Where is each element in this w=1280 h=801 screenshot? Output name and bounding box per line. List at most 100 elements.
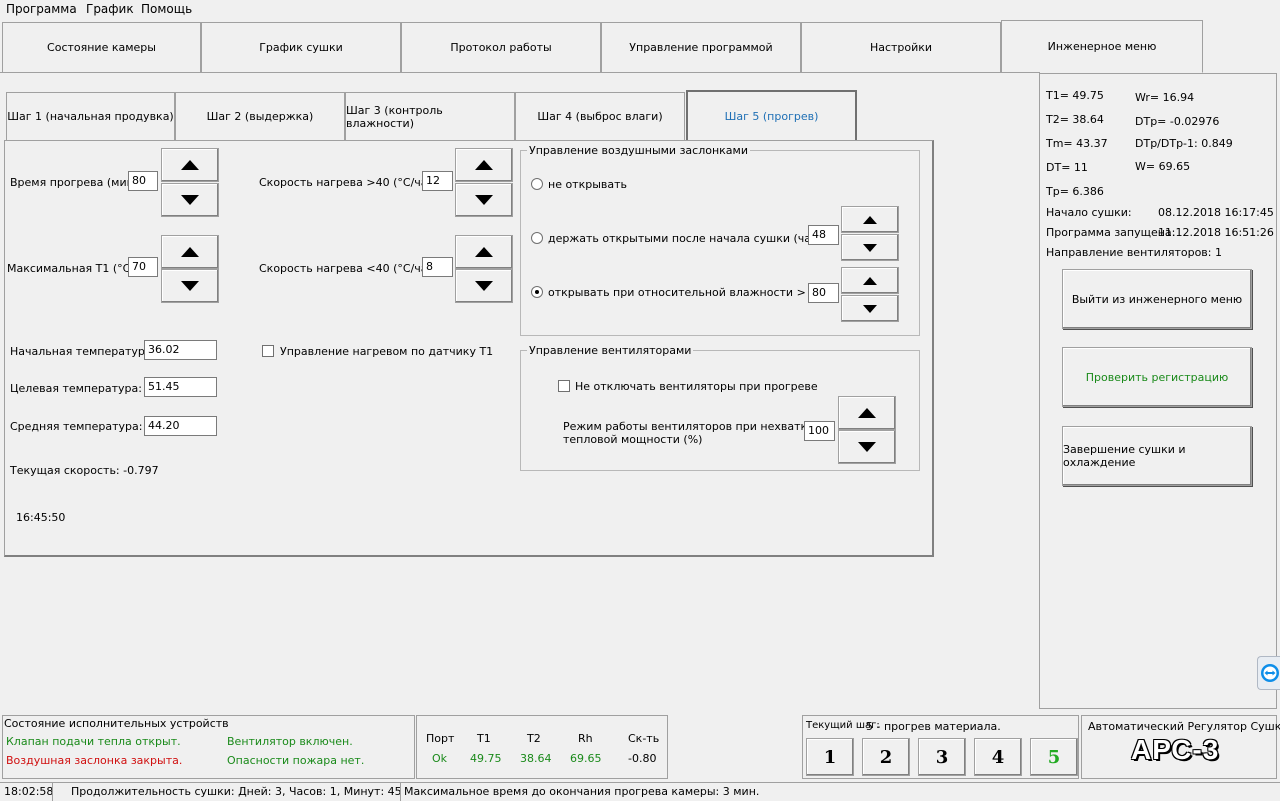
- fans-mode-field[interactable]: 100: [804, 421, 835, 441]
- fan-direction: Направление вентиляторов: 1: [1046, 246, 1222, 259]
- tab-drying-chart[interactable]: График сушки: [201, 22, 401, 72]
- warmup-time-field[interactable]: 80: [128, 171, 158, 191]
- arrow-up-icon: [181, 160, 199, 170]
- step-5-button[interactable]: 5: [1030, 738, 1078, 776]
- tab-work-log[interactable]: Протокол работы: [401, 22, 601, 72]
- devices-title: Состояние исполнительных устройств: [4, 717, 229, 730]
- target-temp-label: Целевая температура:: [10, 382, 142, 395]
- fans-group-title: Управление вентиляторами: [527, 344, 694, 357]
- tab-program-control[interactable]: Управление программой: [601, 22, 801, 72]
- rate-below-field[interactable]: 8: [422, 257, 453, 277]
- button-label: Выйти из инженерного меню: [1071, 292, 1243, 306]
- reading-w: W= 69.65: [1135, 160, 1191, 173]
- reading-t1: T1= 49.75: [1046, 89, 1104, 102]
- arrow-up-icon: [475, 160, 493, 170]
- subtab-step2[interactable]: Шаг 2 (выдержка): [175, 92, 345, 140]
- speed-value: -0.80: [628, 752, 657, 765]
- program-launched-label: Программа запущена:: [1046, 226, 1176, 239]
- step-2-button[interactable]: 2: [862, 738, 910, 776]
- status-bar: 18:02:58 Продолжительность сушки: Дней: …: [0, 782, 1280, 801]
- menu-chart[interactable]: График: [86, 2, 134, 16]
- step-number: 2: [879, 746, 893, 768]
- subtab-step3[interactable]: Шаг 3 (контроль влажности): [345, 92, 515, 140]
- reading-dt: DT= 11: [1046, 161, 1088, 174]
- subtab-step1[interactable]: Шаг 1 (начальная продувка): [6, 92, 175, 140]
- t1-header: T1: [477, 732, 491, 745]
- rate-below-up-button[interactable]: [455, 235, 513, 269]
- tab-label: Протокол работы: [450, 41, 552, 54]
- port-value: Ok: [432, 752, 448, 765]
- step-1-button[interactable]: 1: [806, 738, 854, 776]
- port-header: Порт: [426, 732, 455, 745]
- damper-hours-up-button[interactable]: [841, 206, 899, 233]
- rate-below-down-button[interactable]: [455, 269, 513, 303]
- menu-bar: Программа График Помощь: [0, 0, 1280, 18]
- fans-mode-up-button[interactable]: [838, 396, 896, 430]
- tab-label: Состояние камеры: [47, 41, 156, 54]
- max-t1-down-button[interactable]: [161, 269, 219, 303]
- speed-header: Ск-ть: [628, 732, 660, 745]
- damper-humidity-down-button[interactable]: [841, 295, 899, 322]
- rate-below-label: Скорость нагрева <40 (°С/час):: [259, 262, 442, 275]
- damper-humidity-up-button[interactable]: [841, 267, 899, 294]
- arrow-up-icon: [858, 408, 876, 418]
- avg-temp-field[interactable]: 44.20: [144, 416, 217, 436]
- fans-mode-down-button[interactable]: [838, 430, 896, 464]
- subtab-step5[interactable]: Шаг 5 (прогрев): [686, 90, 857, 140]
- damper-humidity-radio[interactable]: [531, 286, 543, 298]
- warmup-time-up-button[interactable]: [161, 148, 219, 182]
- heat-by-t1-checkbox[interactable]: [262, 345, 274, 357]
- arrow-down-icon: [863, 243, 877, 252]
- rate-above-up-button[interactable]: [455, 148, 513, 182]
- rate-above-down-button[interactable]: [455, 183, 513, 217]
- check-registration-button[interactable]: Проверить регистрацию: [1062, 347, 1252, 407]
- arrow-down-icon: [858, 442, 876, 452]
- max-t1-up-button[interactable]: [161, 235, 219, 269]
- step-3-button[interactable]: 3: [918, 738, 966, 776]
- damper-hours-label: держать открытыми после начала сушки (ча…: [548, 232, 839, 245]
- current-step-text: 5 - прогрев материала.: [866, 720, 1001, 733]
- max-t1-field[interactable]: 70: [128, 257, 158, 277]
- menu-help[interactable]: Помощь: [141, 2, 192, 16]
- status-duration: Продолжительность сушки: Дней: 3, Часов:…: [71, 785, 402, 798]
- start-temp-field[interactable]: 36.02: [144, 340, 217, 360]
- drying-start-value: 08.12.2018 16:17:45: [1158, 206, 1274, 219]
- t1-value: 49.75: [470, 752, 502, 765]
- damper-hours-down-button[interactable]: [841, 234, 899, 261]
- subtab-step4[interactable]: Шаг 4 (выброс влаги): [515, 92, 685, 140]
- finish-drying-button[interactable]: Завершение сушки и охлаждение: [1062, 426, 1252, 486]
- rate-above-label: Скорость нагрева >40 (°С/час):: [259, 176, 442, 189]
- reading-wr: Wr= 16.94: [1135, 91, 1195, 104]
- tab-label: Настройки: [869, 41, 933, 54]
- damper-hours-field[interactable]: 48: [808, 225, 839, 245]
- damper-hours-radio[interactable]: [531, 232, 543, 244]
- reading-tm: Tm= 43.37: [1046, 137, 1108, 150]
- step-number: 4: [991, 746, 1005, 768]
- max-t1-label: Максимальная Т1 (°С):: [7, 262, 139, 275]
- teamviewer-tab[interactable]: [1257, 656, 1280, 690]
- t2-header: T2: [527, 732, 541, 745]
- step-4-button[interactable]: 4: [974, 738, 1022, 776]
- subtab-label: Шаг 2 (выдержка): [206, 110, 314, 123]
- tab-engineering-menu[interactable]: Инженерное меню: [1001, 20, 1203, 73]
- damper-never-radio[interactable]: [531, 178, 543, 190]
- rate-above-field[interactable]: 12: [422, 171, 453, 191]
- subtab-label: Шаг 1 (начальная продувка): [7, 110, 174, 123]
- damper-never-label: не открывать: [548, 178, 628, 191]
- tab-label: График сушки: [259, 41, 343, 54]
- program-launched-value: 11.12.2018 16:51:26: [1158, 226, 1274, 239]
- tab-chamber-state[interactable]: Состояние камеры: [2, 22, 201, 72]
- fans-no-off-checkbox[interactable]: [558, 380, 570, 392]
- target-temp-field[interactable]: 51.45: [144, 377, 217, 397]
- menu-program[interactable]: Программа: [6, 2, 77, 16]
- damper-humidity-field[interactable]: 80: [808, 283, 839, 303]
- subtab-label: Шаг 3 (контроль влажности): [346, 103, 443, 130]
- brand-subtitle: Автоматический Регулятор Сушки: [1088, 720, 1280, 733]
- warmup-time-down-button[interactable]: [161, 183, 219, 217]
- tab-settings[interactable]: Настройки: [801, 22, 1001, 72]
- arrow-down-icon: [863, 304, 877, 313]
- fans-mode-label-line1: Режим работы вентиляторов при нехватке: [563, 420, 814, 433]
- exit-engineering-button[interactable]: Выйти из инженерного меню: [1062, 269, 1252, 329]
- button-label: Завершение сушки и охлаждение: [1063, 443, 1186, 469]
- fire-status: Опасности пожара нет.: [227, 754, 365, 767]
